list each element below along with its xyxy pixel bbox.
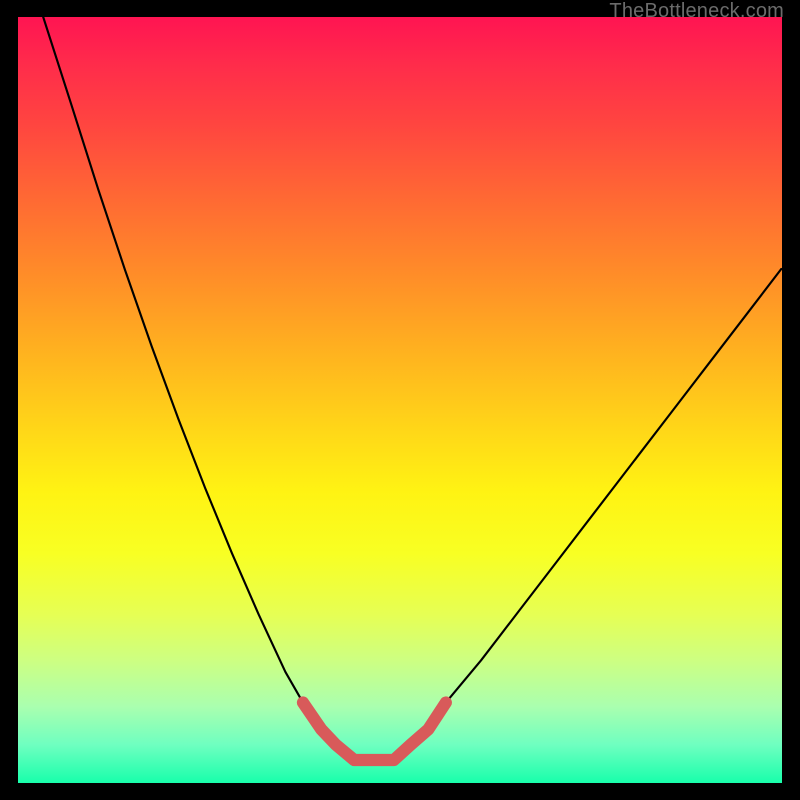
chart-svg [18,17,782,783]
bottleneck-curve [43,17,781,760]
highlight-band [303,703,446,760]
chart-frame: TheBottleneck.com [0,0,800,800]
